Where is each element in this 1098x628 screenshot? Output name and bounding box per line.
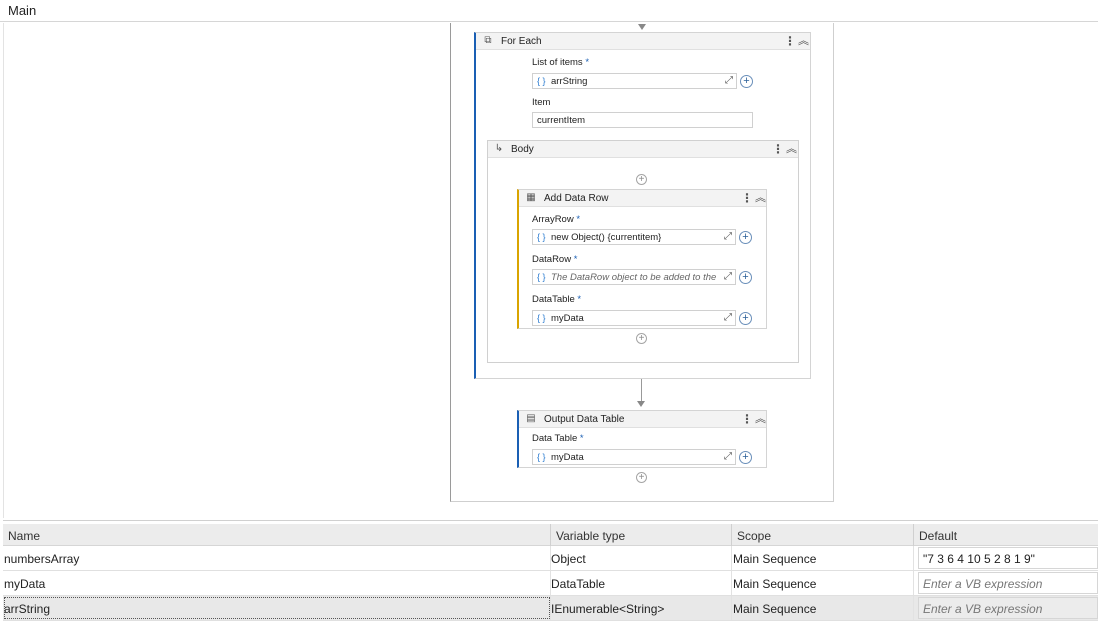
variable-scope-cell[interactable]: Main Sequence [732,596,914,620]
expand-editor-icon[interactable]: ⤢ [724,271,732,282]
column-header-scope[interactable]: Scope [732,524,914,546]
add-activity-icon[interactable]: + [636,472,647,483]
add-data-row-header[interactable]: ▦ Add Data Row ⋮ ︽ [519,190,766,207]
body-header[interactable]: ↳ Body ⋮ ︽ [488,141,798,158]
expression-icon: { } [537,452,546,462]
body-title: Body [511,144,534,155]
collapse-icon[interactable]: ︽ [755,412,766,426]
data-table-field[interactable]: { } myData ⤢ [532,310,736,326]
more-options-icon[interactable]: ⋮ [784,34,796,48]
variable-default-input[interactable]: Enter a VB expression [918,572,1098,594]
array-row-field[interactable]: { } new Object() {currentitem} ⤢ [532,229,736,245]
variable-scope-cell[interactable]: Main Sequence [732,546,914,570]
expression-icon: { } [537,76,546,86]
variable-scope-cell[interactable]: Main Sequence [732,571,914,595]
expression-icon: { } [537,272,546,282]
connector-line [641,379,642,402]
more-options-icon[interactable]: ⋮ [741,412,753,426]
document-tab-bar: Main [0,0,1098,22]
add-activity-icon[interactable]: + [636,333,647,344]
for-each-title: For Each [501,36,542,47]
variable-row-selected[interactable]: arrString IEnumerable<String> Main Seque… [3,596,1098,621]
item-label: Item [532,97,551,108]
collapse-icon[interactable]: ︽ [755,191,766,205]
body-arrow-icon: ↳ [494,143,504,154]
output-data-table-field[interactable]: { } myData ⤢ [532,449,736,465]
variables-panel: Name Variable type Scope Default numbers… [3,520,1098,624]
column-header-name[interactable]: Name [3,524,551,546]
add-data-row-title: Add Data Row [544,193,609,204]
more-options-icon[interactable]: ⋮ [741,191,753,205]
output-table-icon: ▤ [526,413,536,424]
connector-arrow [637,401,645,407]
add-activity-icon[interactable]: + [636,174,647,185]
variable-type-cell[interactable]: IEnumerable<String> [551,596,732,620]
add-variable-icon[interactable]: + [739,271,752,284]
column-header-variable-type[interactable]: Variable type [551,524,732,546]
for-each-icon: ⧉ [484,35,492,46]
output-data-table-title: Output Data Table [544,414,625,425]
column-header-default[interactable]: Default [914,524,1098,546]
variable-type-cell[interactable]: Object [551,546,732,570]
data-table-label: DataTable * [532,294,582,305]
expand-editor-icon[interactable]: ⤢ [724,312,732,323]
more-options-icon[interactable]: ⋮ [772,142,784,156]
array-row-label: ArrayRow * [532,214,581,225]
add-variable-icon[interactable]: + [739,451,752,464]
data-row-label: DataRow * [532,254,578,265]
collapse-icon[interactable]: ︽ [786,142,797,156]
add-data-row-activity[interactable]: ▦ Add Data Row ⋮ ︽ ArrayRow * { } new Ob… [517,189,767,329]
for-each-header[interactable]: ⧉ For Each ⋮ ︽ [476,33,810,50]
expression-icon: { } [537,313,546,323]
variable-row[interactable]: myData DataTable Main Sequence Enter a V… [3,571,1098,596]
output-data-table-activity[interactable]: ▤ Output Data Table ⋮ ︽ Data Table * { }… [517,410,767,468]
variables-header-row: Name Variable type Scope Default [3,524,1098,546]
data-row-field[interactable]: { } The DataRow object to be added to th… [532,269,736,285]
table-icon: ▦ [526,192,536,203]
variable-default-input[interactable]: Enter a VB expression [918,597,1098,619]
expand-editor-icon[interactable]: ⤢ [725,75,733,86]
list-of-items-label: List of items * [532,57,590,68]
variable-name-cell[interactable]: numbersArray [3,546,551,570]
expand-editor-icon[interactable]: ⤢ [724,451,732,462]
add-variable-icon[interactable]: + [740,75,753,88]
add-variable-icon[interactable]: + [739,312,752,325]
variable-default-input[interactable]: "7 3 6 4 10 5 2 8 1 9" [918,547,1098,569]
expand-editor-icon[interactable]: ⤢ [724,231,732,242]
document-tab-title[interactable]: Main [8,3,36,18]
add-variable-icon[interactable]: + [739,231,752,244]
item-field[interactable]: currentItem [532,112,753,128]
variable-name-cell[interactable]: arrString [3,596,551,620]
variable-row[interactable]: numbersArray Object Main Sequence "7 3 6… [3,546,1098,571]
variable-name-cell[interactable]: myData [3,571,551,595]
output-data-table-label: Data Table * [532,433,584,444]
output-data-table-header[interactable]: ▤ Output Data Table ⋮ ︽ [519,411,766,428]
expression-icon: { } [537,232,546,242]
collapse-icon[interactable]: ︽ [798,34,809,48]
variable-type-cell[interactable]: DataTable [551,571,732,595]
list-of-items-field[interactable]: { } arrString ⤢ [532,73,737,89]
